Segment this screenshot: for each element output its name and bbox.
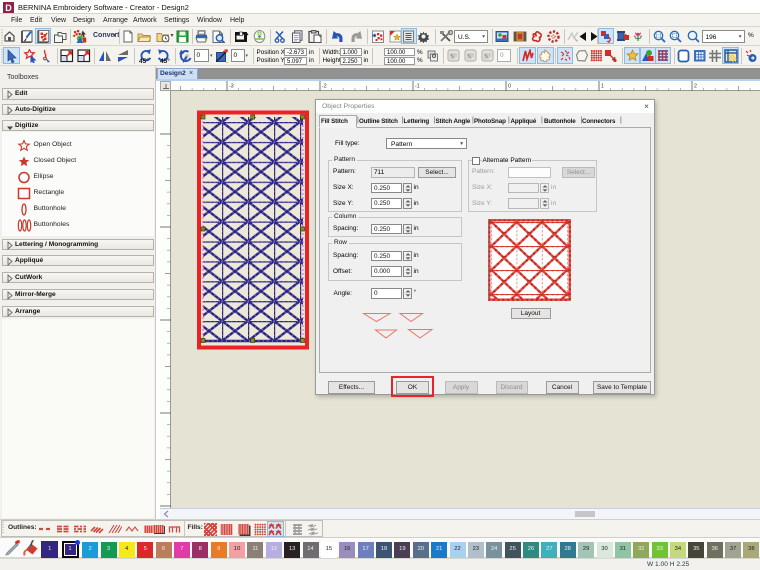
svg-text:-1: -1 [415,84,420,90]
svg-text:45°: 45° [160,56,170,62]
svg-text:D: D [5,2,12,12]
svg-text:✎: ✎ [484,53,489,60]
svg-text:✎: ✎ [467,53,472,60]
svg-text:0: 0 [508,84,511,90]
svg-text:1:1: 1:1 [655,33,662,39]
svg-text:2: 2 [694,84,697,90]
svg-text:1: 1 [601,84,604,90]
svg-text:-2: -2 [322,84,327,90]
svg-text:-3: -3 [229,84,234,90]
svg-text:45°: 45° [139,56,149,62]
svg-text:✎: ✎ [450,53,455,60]
